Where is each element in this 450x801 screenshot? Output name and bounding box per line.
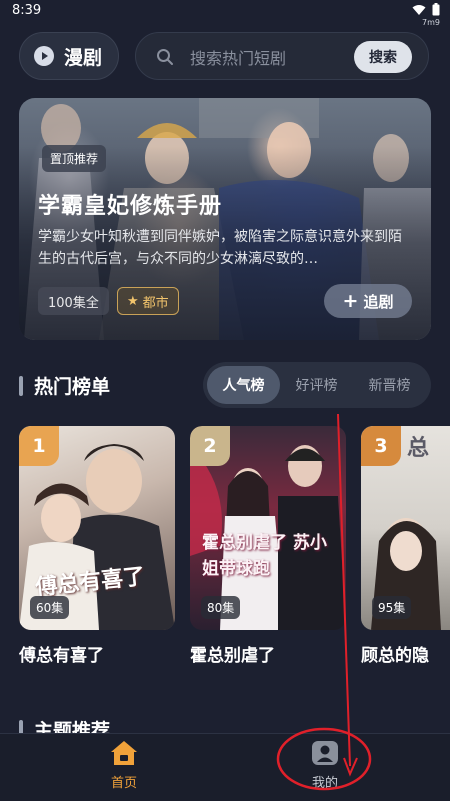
mode-label: 漫剧: [64, 46, 103, 69]
poster-title: 霍总别虐了 苏小姐带球跑: [202, 533, 327, 579]
tab-new[interactable]: 新晋榜: [353, 366, 426, 404]
search-button[interactable]: 搜索: [354, 41, 412, 73]
banner-genre-label: 都市: [142, 295, 169, 311]
banner-title[interactable]: 学霸皇妃修炼手册: [38, 188, 222, 220]
nav-profile[interactable]: 我的: [275, 740, 375, 796]
drama-title[interactable]: 顾总的隐: [361, 641, 450, 666]
drama-mode-button[interactable]: 漫剧: [19, 32, 119, 80]
search-input[interactable]: [188, 45, 372, 71]
episode-count: 60集: [30, 596, 70, 619]
drama-title[interactable]: 霍总别虐了: [190, 641, 346, 666]
drama-card[interactable]: 总 3 95集: [361, 426, 450, 630]
home-icon: [111, 741, 137, 765]
featured-banner[interactable]: 置顶推荐 学霸皇妃修炼手册 学霸少女叶知秋遭到同伴嫉妒，被陷害之际意识意外来到陌…: [19, 98, 431, 340]
drama-title[interactable]: 傅总有喜了: [19, 641, 175, 666]
banner-genre-tag[interactable]: ★ 都市: [117, 287, 179, 315]
rank-badge: 2: [190, 426, 230, 466]
play-icon: [34, 46, 54, 66]
banner-description: 学霸少女叶知秋遭到同伴嫉妒，被陷害之际意识意外来到陌生的古代后宫，与众不同的少女…: [38, 229, 402, 267]
status-sub-label: 7m9: [422, 18, 440, 27]
wifi-icon: [412, 4, 426, 15]
star-icon: ★: [127, 293, 139, 309]
search-icon: [157, 49, 173, 65]
profile-icon: [312, 741, 338, 765]
status-time: 8:39: [12, 3, 42, 18]
tab-popular[interactable]: 人气榜: [207, 366, 280, 404]
rank-badge: 1: [19, 426, 59, 466]
follow-label: 追剧: [363, 292, 394, 311]
follow-button[interactable]: + 追剧: [324, 284, 412, 318]
drama-card[interactable]: 霍总别虐了 苏小姐带球跑 2 80集: [190, 426, 346, 630]
rank-badge: 3: [361, 426, 401, 466]
hot-list-title: 热门榜单: [34, 376, 111, 398]
bottom-navigation: 首页 我的: [0, 733, 450, 801]
section-marker: [19, 376, 23, 396]
theme-section-header: 主题推荐: [0, 712, 450, 734]
nav-home[interactable]: 首页: [74, 740, 174, 796]
plus-icon: +: [342, 290, 359, 312]
nav-profile-label: 我的: [311, 776, 338, 791]
tab-top-rated[interactable]: 好评榜: [280, 366, 353, 404]
episode-count: 80集: [201, 596, 241, 619]
search-bar[interactable]: 搜索: [135, 32, 429, 80]
section-marker: [19, 720, 23, 734]
rank-tabs: 人气榜 好评榜 新晋榜: [203, 362, 431, 408]
status-bar: 8:39 7m9: [0, 0, 450, 27]
battery-icon: [432, 3, 440, 16]
episode-count: 95集: [372, 596, 412, 619]
theme-section-title: 主题推荐: [34, 720, 111, 734]
banner-tag: 置顶推荐: [42, 145, 107, 172]
status-icons: [412, 3, 440, 16]
nav-home-label: 首页: [110, 776, 137, 791]
poster-title: 总: [407, 435, 430, 461]
drama-card[interactable]: 傅总有喜了 1 60集: [19, 426, 175, 630]
banner-episode-count: 100集全: [38, 287, 109, 315]
